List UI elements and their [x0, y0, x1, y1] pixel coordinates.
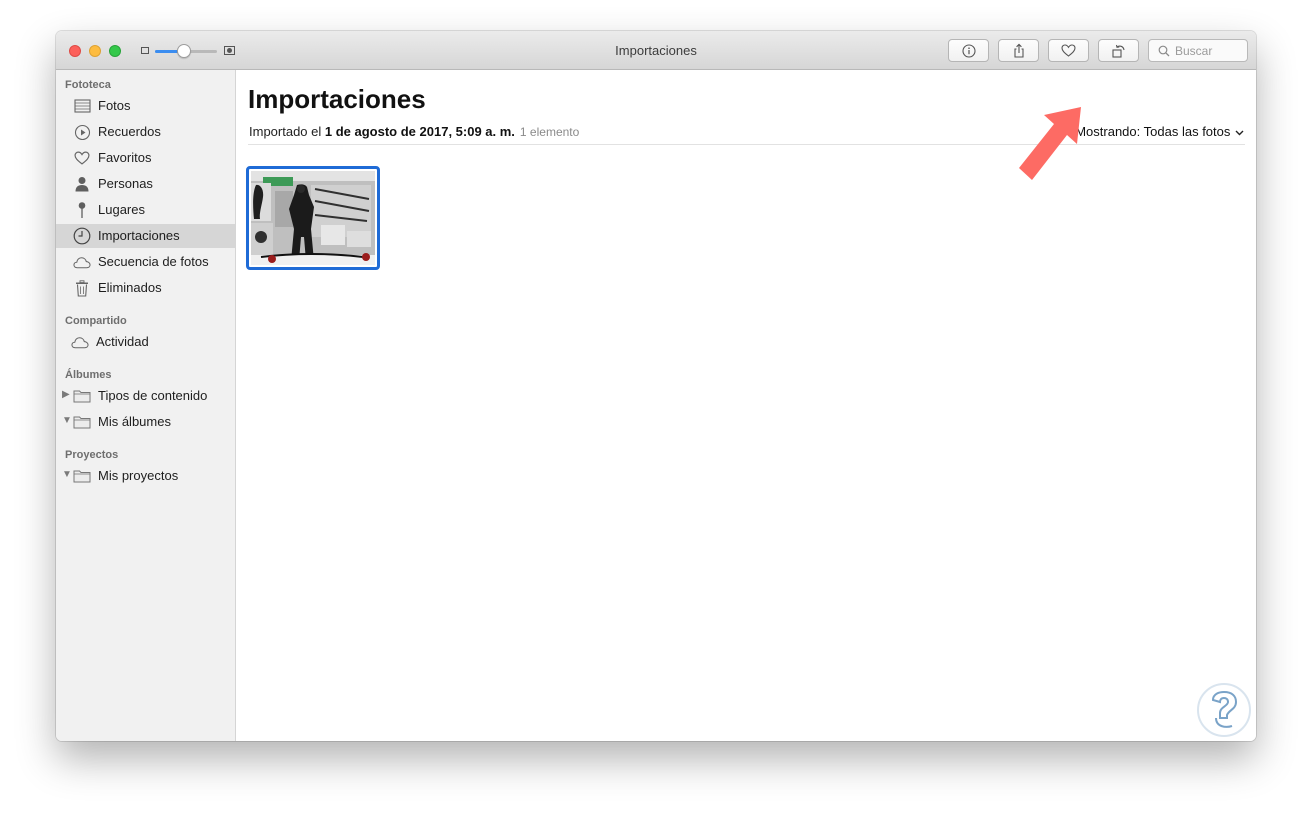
header-divider	[248, 144, 1245, 145]
person-icon	[73, 175, 91, 193]
sidebar-item-label: Mis álbumes	[98, 414, 171, 429]
imported-photo	[251, 171, 375, 265]
sidebar: Fototeca Fotos Recuerdos Favoritos Perso…	[56, 70, 236, 741]
sidebar-item-label: Personas	[98, 176, 153, 191]
folder-icon	[73, 467, 91, 485]
disclosure-collapsed-icon[interactable]: ▶	[62, 389, 70, 400]
sidebar-item-eliminados[interactable]: Eliminados	[56, 276, 235, 300]
sidebar-item-secuencia-de-fotos[interactable]: Secuencia de fotos	[56, 250, 235, 274]
sidebar-item-label: Lugares	[98, 202, 145, 217]
import-meta: Importado el 1 de agosto de 2017, 5:09 a…	[249, 124, 579, 139]
sidebar-item-actividad[interactable]: Actividad	[56, 330, 235, 354]
sidebar-item-recuerdos[interactable]: Recuerdos	[56, 120, 235, 144]
meta-prefix: Importado el	[249, 124, 322, 139]
sidebar-item-label: Actividad	[96, 334, 149, 349]
chevron-down-icon	[1235, 130, 1244, 136]
photos-window: Importaciones Buscar Fototeca Fotos Recu…	[56, 31, 1256, 741]
watermark-logo-icon	[1197, 683, 1251, 737]
sidebar-item-label: Fotos	[98, 98, 131, 113]
photos-icon	[73, 97, 91, 115]
search-field[interactable]: Buscar	[1148, 39, 1248, 62]
sidebar-item-importaciones[interactable]: Importaciones	[56, 224, 235, 248]
sidebar-item-label: Secuencia de fotos	[98, 254, 209, 269]
disclosure-expanded-icon[interactable]: ▼	[62, 415, 72, 426]
info-icon	[961, 43, 976, 58]
main-content: Importaciones Importado el 1 de agosto d…	[236, 70, 1256, 741]
title-bar: Importaciones Buscar	[56, 31, 1256, 70]
search-placeholder: Buscar	[1175, 43, 1213, 58]
folder-icon	[73, 413, 91, 431]
showing-filter[interactable]: Mostrando: Todas las fotos	[1075, 124, 1244, 139]
page-title: Importaciones	[248, 84, 426, 114]
sidebar-item-lugares[interactable]: Lugares	[56, 198, 235, 222]
sidebar-section-proyectos: Proyectos	[65, 449, 119, 461]
info-button[interactable]	[948, 39, 989, 62]
sidebar-item-label: Recuerdos	[98, 124, 161, 139]
disclosure-expanded-icon[interactable]: ▼	[62, 469, 72, 480]
sidebar-item-tipos-de-contenido[interactable]: ▶ Tipos de contenido	[56, 384, 235, 408]
pin-icon	[73, 201, 91, 219]
sidebar-item-personas[interactable]: Personas	[56, 172, 235, 196]
sidebar-section-albumes: Álbumes	[65, 369, 112, 381]
showing-label: Mostrando:	[1075, 124, 1141, 139]
favorite-button[interactable]	[1048, 39, 1089, 62]
sidebar-section-compartido: Compartido	[65, 315, 127, 327]
heart-icon	[73, 149, 91, 167]
memories-icon	[73, 123, 91, 141]
sidebar-section-fototeca: Fototeca	[65, 79, 111, 91]
showing-value: Todas las fotos	[1143, 124, 1231, 139]
cloud-icon	[71, 333, 89, 351]
photo-thumbnail-selected[interactable]	[246, 166, 380, 270]
sidebar-item-fotos[interactable]: Fotos	[56, 94, 235, 118]
search-icon	[1158, 45, 1170, 56]
trash-icon	[73, 279, 91, 297]
import-date: 1 de agosto de 2017, 5:09 a. m.	[324, 124, 515, 139]
share-button[interactable]	[998, 39, 1039, 62]
sidebar-item-label: Mis proyectos	[98, 468, 179, 483]
item-count: 1 elemento	[519, 125, 580, 139]
sidebar-item-label: Favoritos	[98, 150, 152, 165]
rotate-icon	[1112, 44, 1125, 58]
clock-icon	[73, 227, 91, 245]
sidebar-item-favoritos[interactable]: Favoritos	[56, 146, 235, 170]
folder-icon	[73, 387, 91, 405]
rotate-button[interactable]	[1098, 39, 1139, 62]
heart-icon	[1061, 44, 1076, 57]
share-icon	[1013, 43, 1024, 58]
sidebar-item-label: Tipos de contenido	[98, 388, 208, 403]
sidebar-item-label: Eliminados	[98, 280, 162, 295]
sidebar-item-mis-albumes[interactable]: ▼ Mis álbumes	[56, 410, 235, 434]
sidebar-item-mis-proyectos[interactable]: ▼ Mis proyectos	[56, 464, 235, 488]
sidebar-item-label: Importaciones	[98, 228, 180, 243]
cloud-icon	[73, 253, 91, 271]
annotation-arrow-icon	[1019, 107, 1081, 180]
